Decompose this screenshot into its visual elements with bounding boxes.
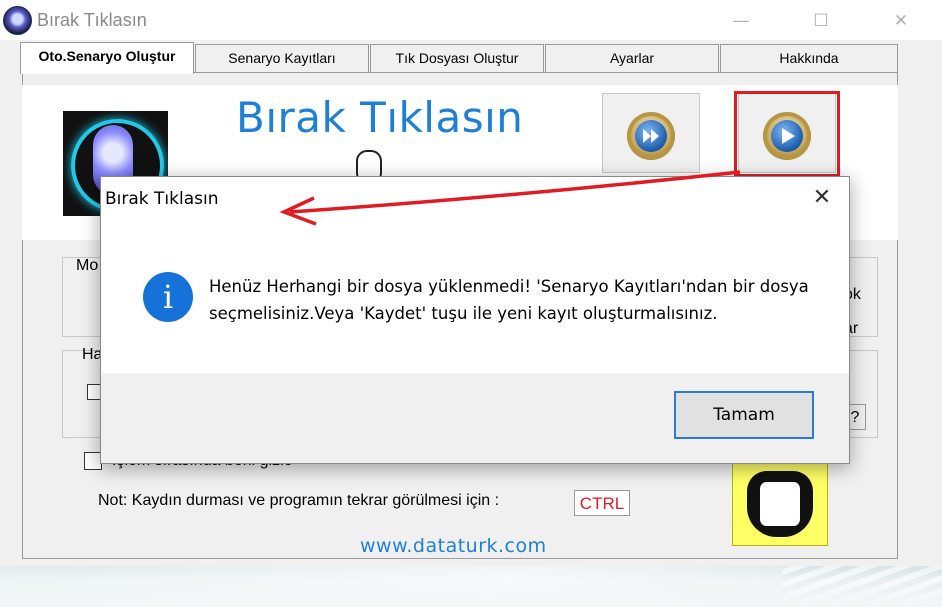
dialog-title-bar[interactable]: Bırak Tıklasın ✕: [101, 177, 849, 221]
fast-forward-button[interactable]: [602, 93, 700, 173]
tab-tik-dosyasi-olustur[interactable]: Tık Dosyası Oluştur: [370, 44, 544, 72]
title-bar[interactable]: Bırak Tıklasın — ☐ ✕: [0, 0, 942, 40]
tab-senaryo-kayitlari[interactable]: Senaryo Kayıtları: [195, 44, 369, 72]
website-link[interactable]: www.dataturk.com: [360, 535, 547, 557]
stop-key-field[interactable]: CTRL: [574, 490, 630, 516]
window-title: Bırak Tıklasın: [37, 10, 147, 30]
tab-ayarlar[interactable]: Ayarlar: [545, 44, 719, 72]
highlight-box: [734, 91, 840, 177]
fast-forward-icon: [627, 112, 675, 160]
close-button[interactable]: ✕: [878, 8, 924, 34]
dialog-title: Bırak Tıklasın: [105, 189, 219, 209]
info-icon: i: [143, 272, 193, 322]
tab-oto-senaryo-olustur[interactable]: Oto.Senaryo Oluştur: [20, 42, 194, 74]
app-mouse-icon: [3, 6, 32, 35]
dataturk-badge-image: [732, 460, 828, 546]
note-label: Not: Kaydın durması ve programın tekrar …: [98, 492, 500, 509]
ok-button[interactable]: Tamam: [674, 391, 814, 439]
maximize-button[interactable]: ☐: [798, 8, 844, 34]
dialog-message: Henüz Herhangi bir dosya yüklenmedi! 'Se…: [209, 277, 809, 323]
fast-forward-glyph: [643, 129, 659, 143]
message-dialog: Bırak Tıklasın ✕ i Henüz Herhangi bir do…: [100, 176, 850, 464]
tab-hakkinda[interactable]: Hakkında: [720, 44, 898, 72]
badge-emblem: [757, 479, 803, 529]
group-box-1-label: Mo: [76, 257, 99, 274]
dialog-body: i Henüz Herhangi bir dosya yüklenmedi! '…: [101, 221, 849, 373]
brand-title: Bırak Tıklasın: [236, 93, 524, 142]
minimize-button[interactable]: —: [718, 8, 764, 34]
dialog-close-icon[interactable]: ✕: [809, 185, 835, 211]
